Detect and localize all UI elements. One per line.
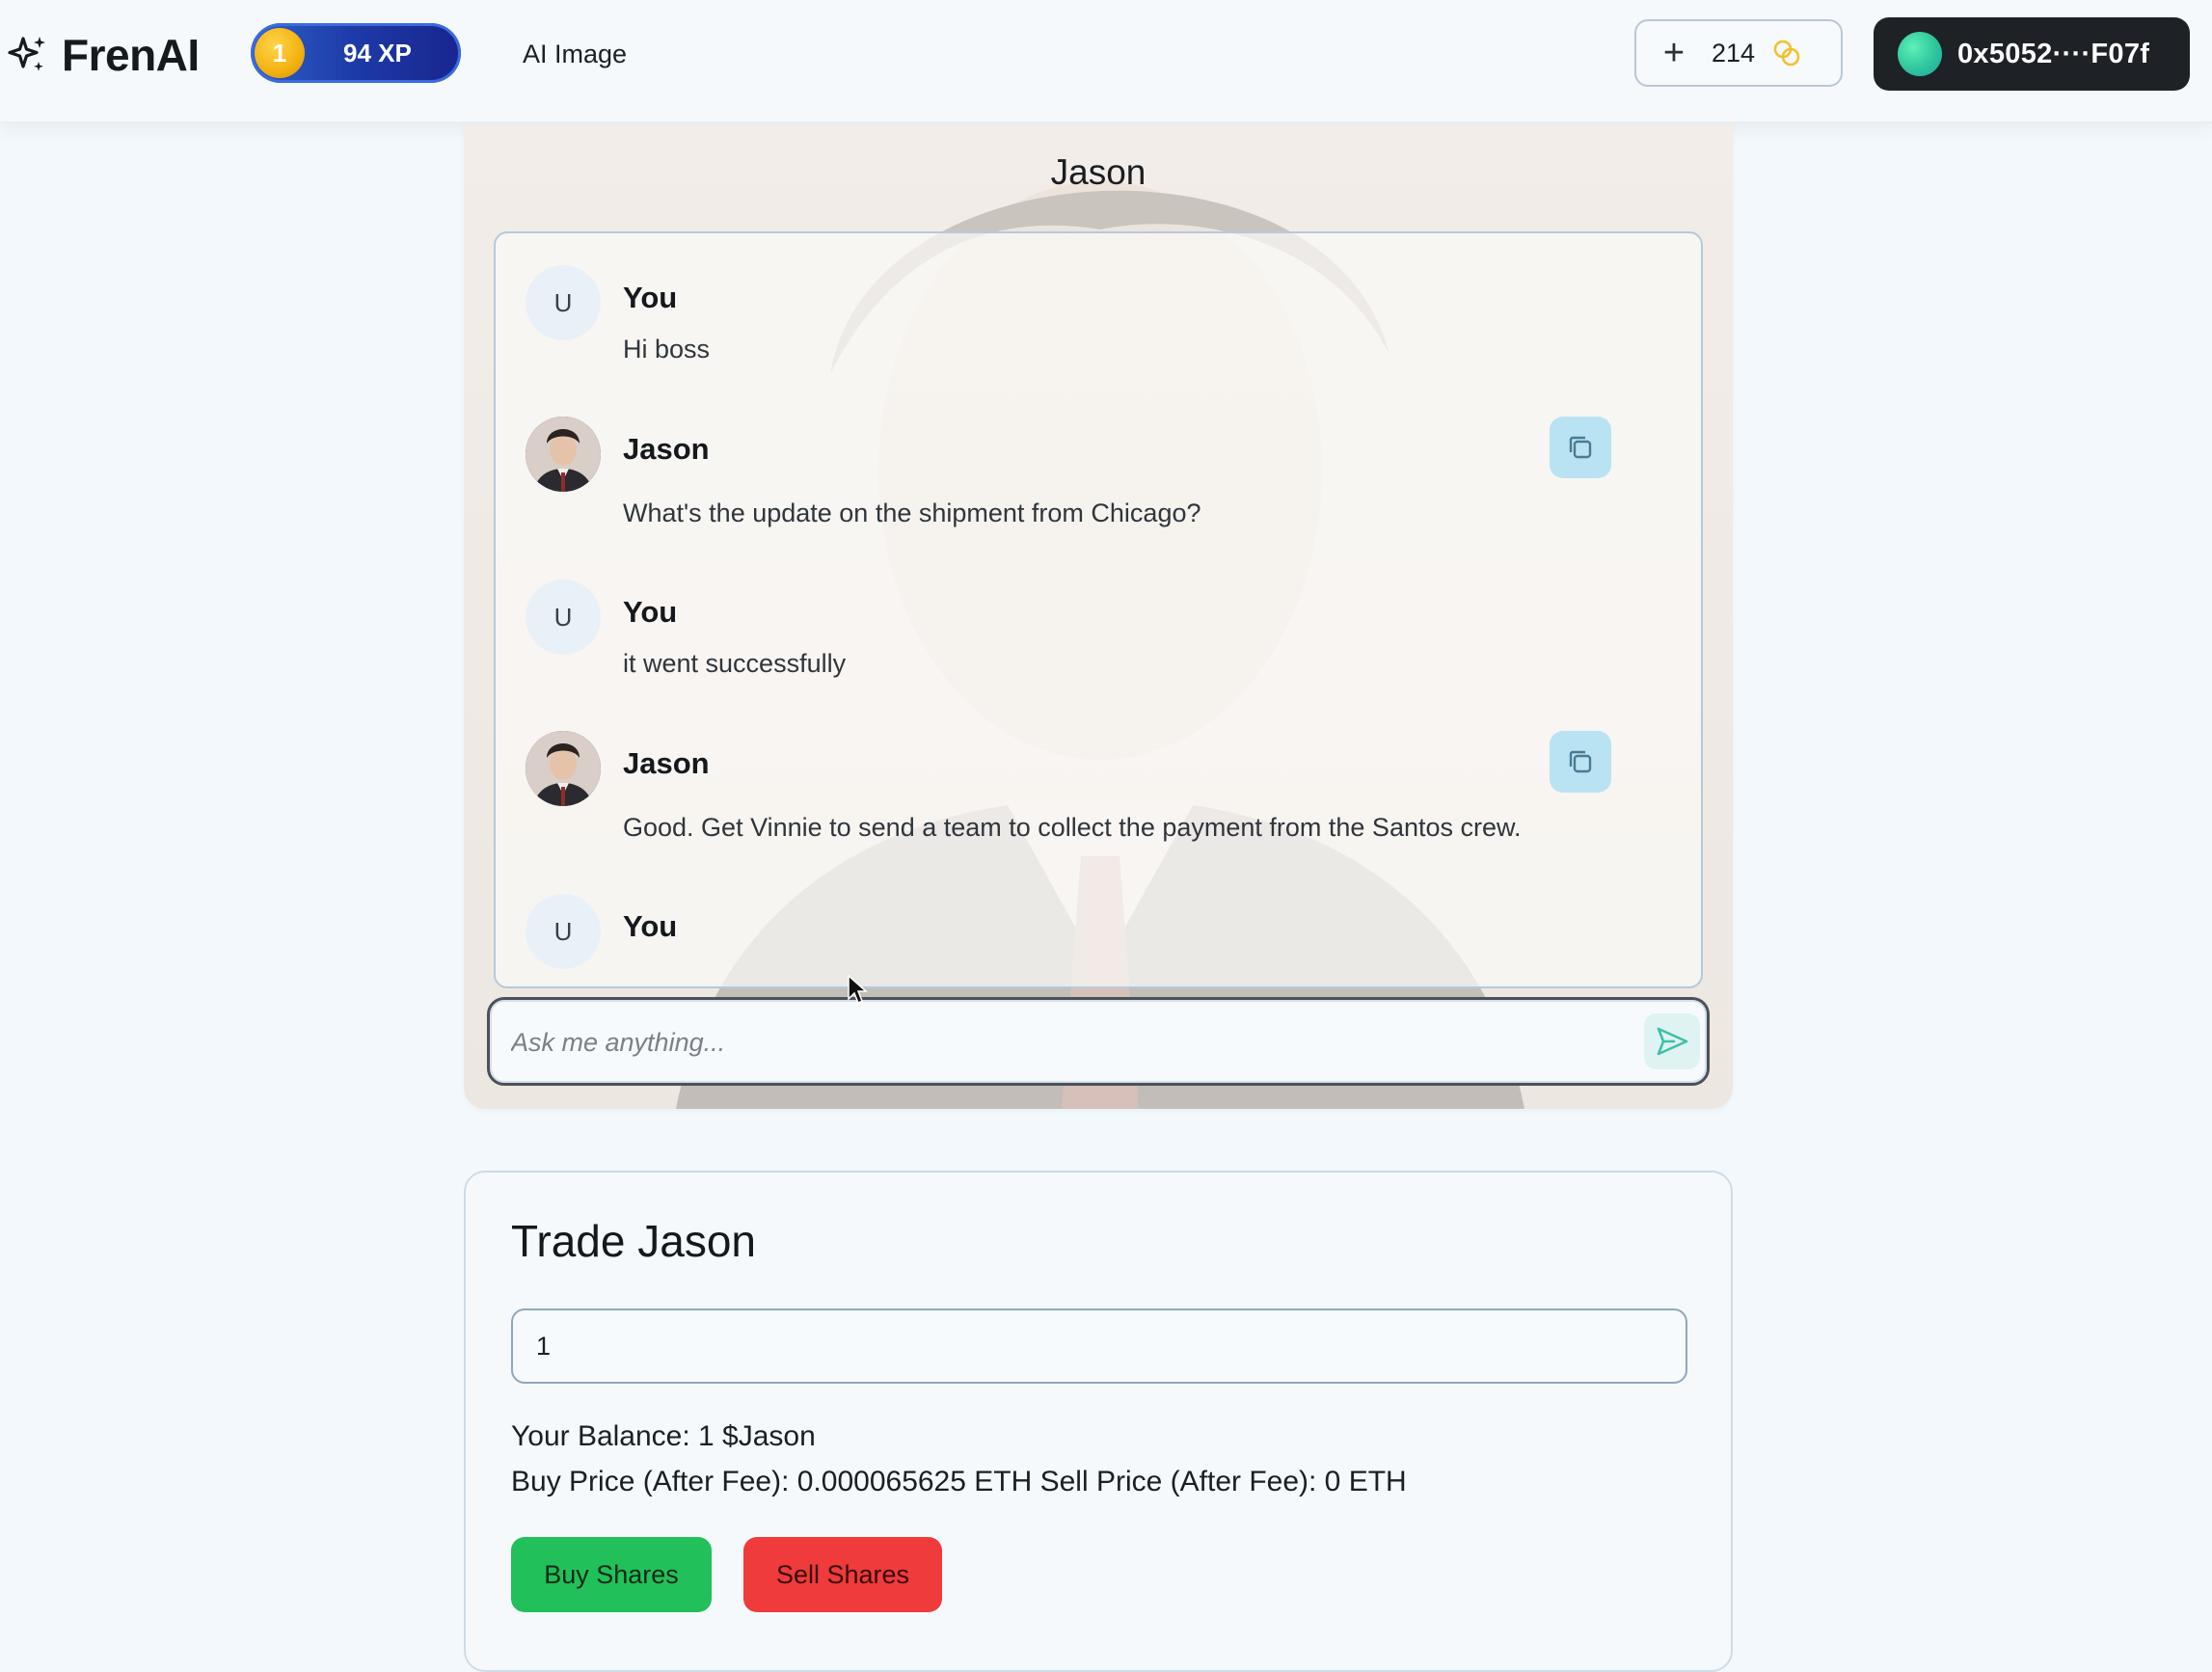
message-text: Good. Get Vinnie to send a team to colle…: [623, 813, 1522, 842]
message-sender: You: [623, 281, 678, 314]
trade-title: Trade Jason: [511, 1216, 756, 1266]
coins-icon: [1773, 40, 1800, 67]
user-avatar: U: [526, 580, 601, 655]
wallet-address: 0x5052····F07f: [1957, 38, 2150, 69]
wallet-button[interactable]: 0x5052····F07f: [1874, 17, 2190, 91]
jason-avatar: [526, 417, 601, 492]
copy-message-button[interactable]: [1550, 417, 1611, 478]
message-sender: You: [623, 595, 678, 629]
share-amount-input[interactable]: [511, 1308, 1687, 1384]
level-badge: 1: [255, 28, 305, 78]
send-button[interactable]: [1644, 1013, 1700, 1069]
message-text: Hi boss: [623, 335, 711, 364]
copy-icon: [1569, 750, 1592, 773]
chat-input-container: [487, 997, 1710, 1086]
copy-icon: [1569, 436, 1592, 459]
credits-button[interactable]: + 214: [1634, 19, 1843, 87]
user-avatar: U: [526, 894, 601, 969]
trade-card: Trade Jason Your Balance: 1 $Jason Buy P…: [464, 1171, 1733, 1672]
sparkle-icon: [8, 37, 45, 71]
user-avatar: U: [526, 265, 601, 340]
brand-name: FrenAI: [62, 30, 200, 80]
top-navbar: FrenAI 1 94 XP AI Image + 214 0x5052····…: [0, 0, 2212, 123]
message-sender: Jason: [623, 746, 710, 780]
nav-ai-image-link[interactable]: AI Image: [523, 35, 627, 73]
chat-input[interactable]: [509, 1015, 1599, 1069]
chat-messages-panel[interactable]: U You Hi boss Jason What's the update on…: [494, 231, 1703, 988]
chat-card: Jason U You Hi boss Jason What's the upd…: [464, 123, 1733, 1109]
plus-icon[interactable]: +: [1636, 19, 1712, 87]
price-text: Buy Price (After Fee): 0.000065625 ETH S…: [511, 1466, 1407, 1497]
brand-logo[interactable]: FrenAI: [6, 29, 200, 81]
message-text: it went successfully: [623, 649, 847, 678]
send-icon: [1657, 1027, 1688, 1056]
credits-count: 214: [1712, 38, 1756, 67]
mouse-cursor-icon: [848, 974, 868, 1005]
message-sender: Jason: [623, 432, 710, 466]
buy-shares-button[interactable]: Buy Shares: [511, 1537, 712, 1612]
message-text: What's the update on the shipment from C…: [623, 499, 1201, 527]
message-sender: You: [623, 909, 678, 943]
balance-text: Your Balance: 1 $Jason: [511, 1420, 816, 1452]
copy-message-button[interactable]: [1550, 731, 1611, 793]
jason-avatar: [526, 731, 601, 806]
chat-character-name: Jason: [1050, 152, 1146, 192]
xp-progress-pill[interactable]: 1 94 XP: [251, 23, 461, 83]
xp-label: 94 XP: [343, 39, 412, 67]
wallet-avatar: [1898, 32, 1942, 76]
sell-shares-button[interactable]: Sell Shares: [743, 1537, 942, 1612]
